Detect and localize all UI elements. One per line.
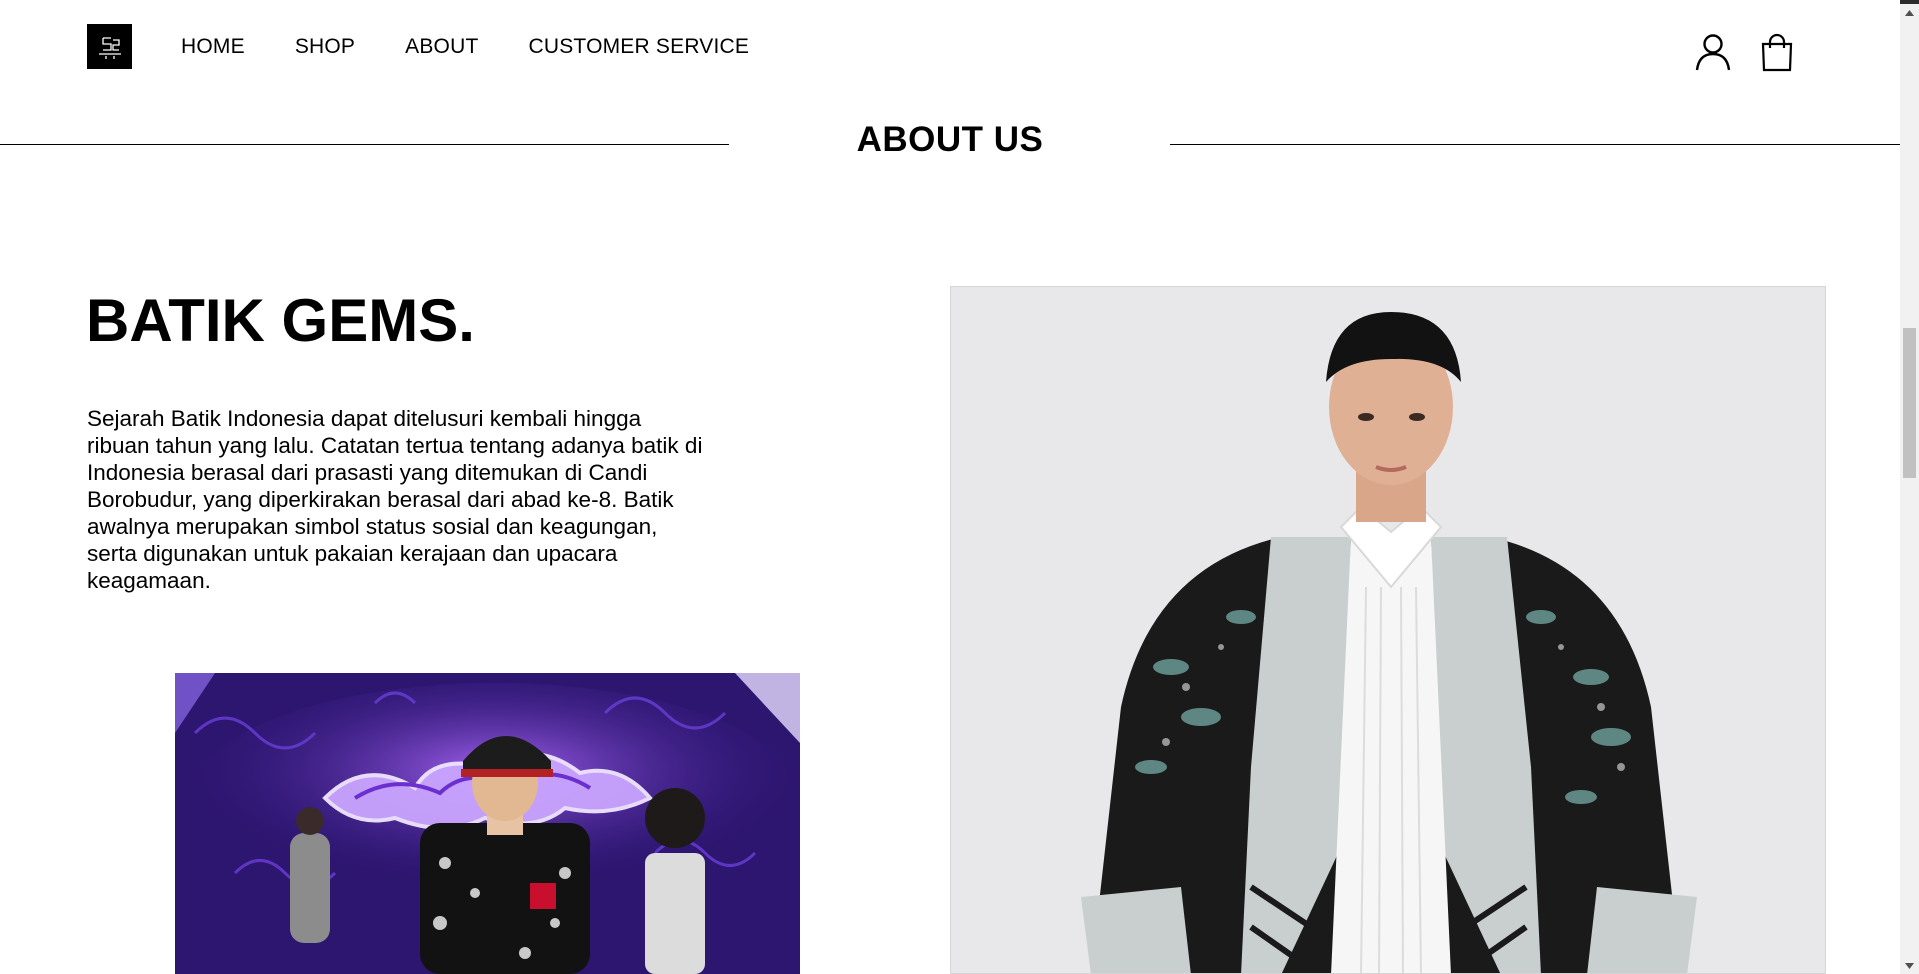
scrollbar-thumb[interactable] — [1903, 328, 1916, 478]
nav-home[interactable]: HOME — [181, 35, 245, 59]
page-viewport: HOME SHOP ABOUT CUSTOMER SERVICE ABOUT U… — [0, 0, 1900, 974]
batik-gems-logo[interactable] — [87, 24, 132, 69]
nav-shop[interactable]: SHOP — [295, 35, 355, 59]
section-title: ABOUT US — [856, 120, 1044, 159]
model-portrait-photo — [950, 286, 1826, 974]
about-us-heading-row: ABOUT US — [0, 120, 1900, 170]
logo-mark-icon — [98, 36, 121, 59]
model-illustration — [951, 287, 1825, 973]
divider-right — [1170, 144, 1900, 145]
main-nav: HOME SHOP ABOUT CUSTOMER SERVICE — [181, 35, 799, 59]
scroll-up-icon[interactable] — [1900, 4, 1919, 21]
runway-illustration — [175, 673, 800, 974]
runway-photo — [175, 673, 800, 974]
shopping-bag-icon[interactable] — [1757, 32, 1797, 72]
site-header: HOME SHOP ABOUT CUSTOMER SERVICE — [0, 4, 1900, 92]
about-paragraph: Sejarah Batik Indonesia dapat ditelusuri… — [87, 406, 703, 593]
scroll-down-icon[interactable] — [1900, 957, 1919, 974]
nav-customer-service[interactable]: CUSTOMER SERVICE — [528, 35, 749, 59]
header-actions — [1693, 32, 1797, 72]
brand-title: BATIK GEMS. — [86, 287, 475, 354]
nav-about[interactable]: ABOUT — [405, 35, 478, 59]
user-icon[interactable] — [1693, 32, 1733, 72]
vertical-scrollbar[interactable] — [1900, 4, 1919, 974]
